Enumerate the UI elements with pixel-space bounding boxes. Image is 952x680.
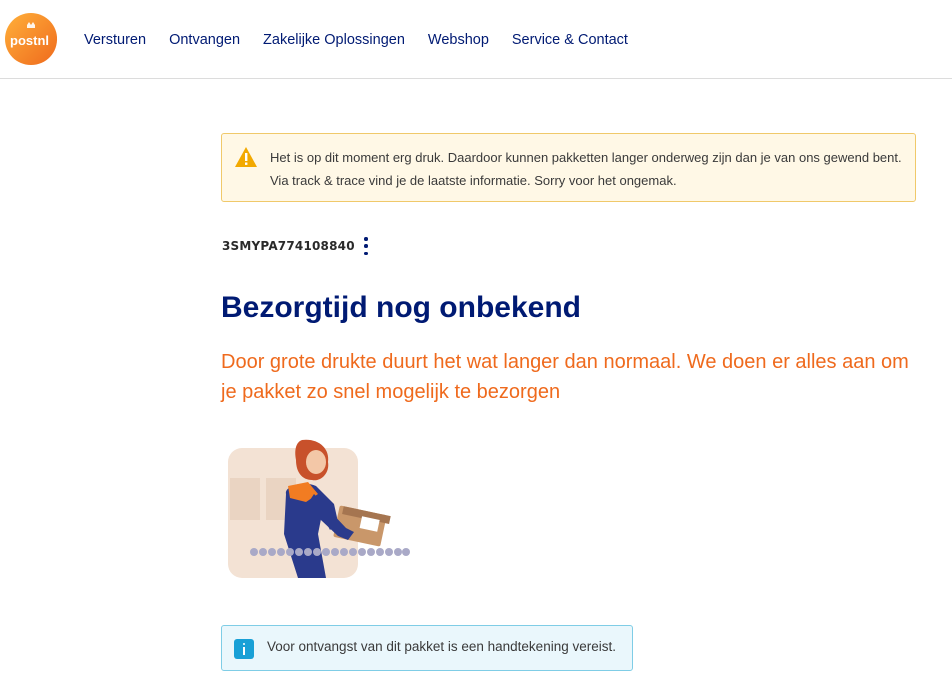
postnl-logo[interactable]: postnl [4, 11, 58, 67]
nav-item-zakelijke-oplossingen[interactable]: Zakelijke Oplossingen [263, 32, 405, 48]
tracking-code: 3SMYPA774108840 [222, 239, 355, 253]
tracking-code-row: 3SMYPA774108840 [222, 237, 369, 255]
logo-text: postnl [10, 33, 49, 48]
nav-item-webshop[interactable]: Webshop [428, 32, 489, 48]
main-nav: Versturen Ontvangen Zakelijke Oplossinge… [84, 32, 651, 48]
warning-triangle-icon [235, 147, 257, 167]
nav-item-versturen[interactable]: Versturen [84, 32, 146, 48]
nav-item-ontvangen[interactable]: Ontvangen [169, 32, 240, 48]
signature-info-text: Voor ontvangst van dit pakket is een han… [267, 639, 616, 654]
warning-text: Het is op dit moment erg druk. Daardoor … [270, 150, 902, 188]
delivery-person-illustration [228, 439, 410, 578]
kebab-menu-icon[interactable] [363, 237, 369, 255]
busy-warning-banner: Het is op dit moment erg druk. Daardoor … [221, 133, 916, 202]
site-header: postnl Versturen Ontvangen Zakelijke Opl… [0, 0, 952, 79]
info-icon [234, 639, 254, 659]
delivery-status-message: Door grote drukte duurt het wat langer d… [221, 351, 909, 403]
nav-item-service-contact[interactable]: Service & Contact [512, 32, 628, 48]
delivery-status-title: Bezorgtijd nog onbekend [221, 291, 581, 324]
signature-info-banner: Voor ontvangst van dit pakket is een han… [221, 625, 633, 671]
